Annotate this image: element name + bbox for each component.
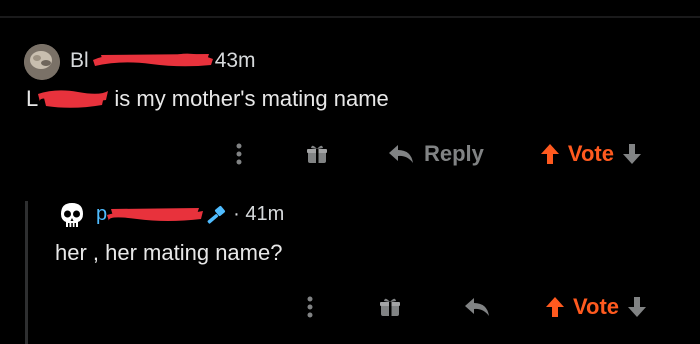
reply-button[interactable]: Reply bbox=[388, 141, 484, 167]
comment-actions: Reply Vote bbox=[229, 139, 679, 169]
vertical-dots-icon bbox=[307, 296, 313, 318]
vertical-dots-icon bbox=[236, 143, 242, 165]
timestamp: 43m bbox=[214, 49, 256, 72]
gift-icon bbox=[380, 298, 400, 316]
comment-text: her , her mating name? bbox=[55, 240, 283, 265]
reply-arrow-icon bbox=[389, 145, 413, 163]
avatar[interactable] bbox=[24, 44, 60, 80]
comment-actions: Vote bbox=[300, 292, 680, 322]
comment-body: L is my mother's mating name bbox=[26, 86, 389, 112]
comment-header: p · 41m bbox=[96, 203, 284, 226]
reply-label: Reply bbox=[424, 141, 484, 166]
downvote-arrow-icon[interactable] bbox=[622, 143, 642, 165]
vote-control: Vote bbox=[540, 141, 642, 167]
comment-text: is my mother's mating name bbox=[108, 86, 389, 111]
more-options-button[interactable] bbox=[300, 296, 320, 318]
upvote-arrow-icon[interactable] bbox=[545, 296, 565, 318]
vote-control: Vote bbox=[545, 294, 647, 320]
thread-line[interactable] bbox=[25, 201, 28, 344]
moderator-hammer-icon bbox=[207, 205, 226, 224]
username-redaction bbox=[91, 51, 215, 69]
comment-text-start: L bbox=[26, 86, 39, 111]
timestamp: · 41m bbox=[233, 203, 285, 225]
upvote-arrow-icon[interactable] bbox=[540, 143, 560, 165]
reply-button[interactable] bbox=[464, 296, 490, 318]
avatar-image bbox=[24, 44, 60, 80]
top-divider bbox=[0, 16, 700, 18]
avatar[interactable] bbox=[57, 200, 87, 230]
skull-avatar-icon bbox=[61, 203, 83, 227]
vote-label: Vote bbox=[567, 141, 614, 166]
downvote-arrow-icon[interactable] bbox=[627, 296, 647, 318]
vote-label: Vote bbox=[573, 294, 620, 319]
reply-arrow-icon bbox=[465, 298, 489, 316]
username[interactable]: p bbox=[96, 203, 107, 226]
username-redaction bbox=[107, 206, 204, 224]
comment-header: Bl 43m bbox=[70, 49, 256, 73]
gift-icon bbox=[307, 145, 327, 163]
username[interactable]: Bl bbox=[70, 49, 89, 72]
award-button[interactable] bbox=[306, 143, 328, 165]
timestamp-value: 41m bbox=[245, 203, 285, 225]
more-options-button[interactable] bbox=[229, 143, 249, 165]
award-button[interactable] bbox=[379, 296, 401, 318]
word-redaction bbox=[38, 88, 109, 110]
